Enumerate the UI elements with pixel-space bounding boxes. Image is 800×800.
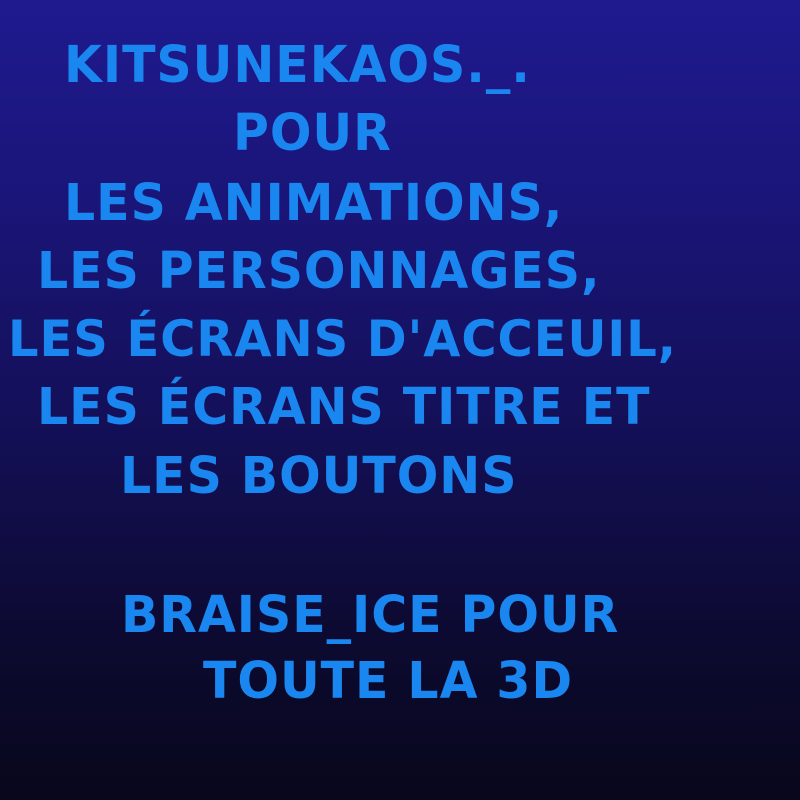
credit-line-ecrans-titre: LES ÉCRANS TITRE ET: [37, 378, 651, 437]
credit-line-braise-ice: BRAISE_ICE POUR: [121, 586, 620, 645]
credit-line-boutons: LES BOUTONS: [120, 447, 518, 506]
credit-line-animations: LES ANIMATIONS,: [64, 174, 564, 233]
credit-line-ecrans-accueil: LES ÉCRANS D'ACCEUIL,: [8, 310, 677, 368]
credit-line-kitsunekaos: KITSUNEKAOS._.: [64, 36, 531, 95]
credit-line-pour: POUR: [233, 104, 392, 163]
credit-line-3d: TOUTE LA 3D: [203, 652, 574, 711]
credits-screen: { "credits": { "lines": [ "KITSUNEKAOS._…: [0, 0, 800, 800]
credit-line-personnages: LES PERSONNAGES,: [37, 242, 601, 301]
